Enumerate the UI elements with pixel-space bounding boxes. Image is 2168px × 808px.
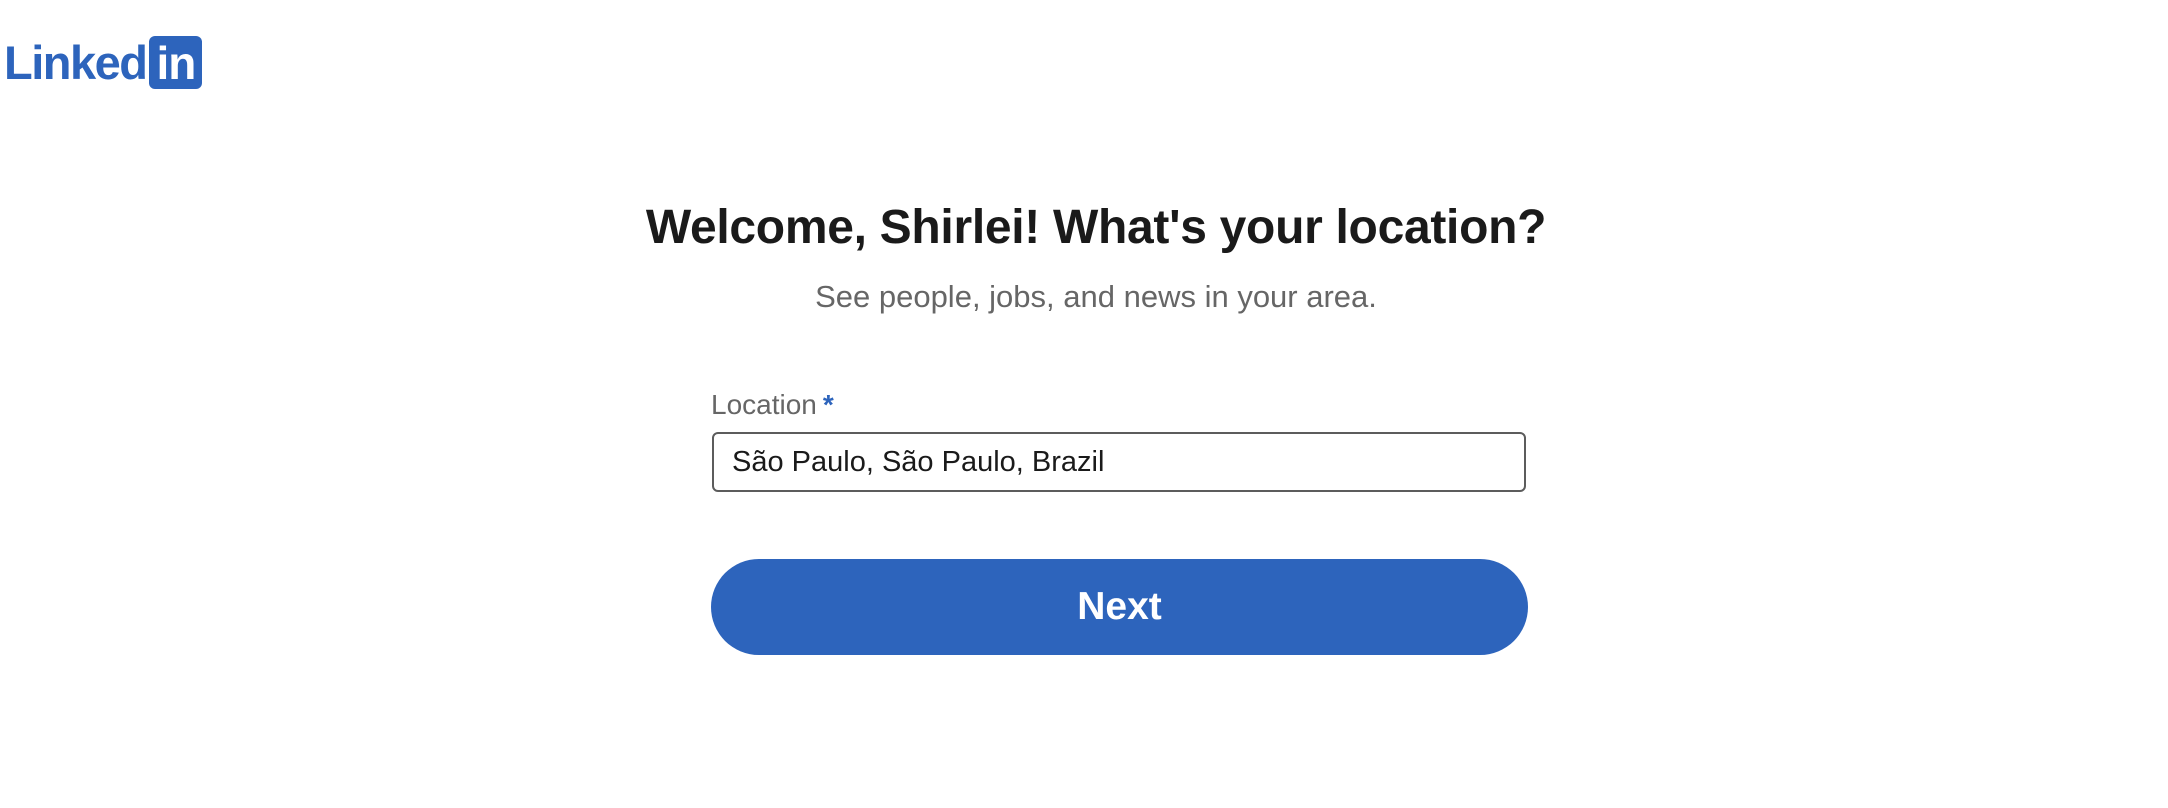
required-marker: * [822, 389, 834, 420]
page-title: Welcome, Shirlei! What's your location? [645, 201, 1547, 254]
location-field-label: Location * [711, 388, 834, 422]
logo-wordmark: Linked [4, 36, 148, 89]
linkedin-logo[interactable]: Linked in [4, 36, 203, 89]
location-onboarding-page: Linked in Welcome, Shirlei! What's your … [0, 0, 2168, 808]
location-input-wrapper [712, 432, 1526, 492]
page-subtitle: See people, jobs, and news in your area. [815, 279, 1377, 314]
location-label-text: Location [711, 389, 817, 420]
location-input[interactable] [714, 434, 1524, 490]
next-button[interactable]: Next [711, 559, 1528, 655]
logo-in-box: in [149, 36, 203, 89]
logo-in-text: in [156, 37, 197, 89]
